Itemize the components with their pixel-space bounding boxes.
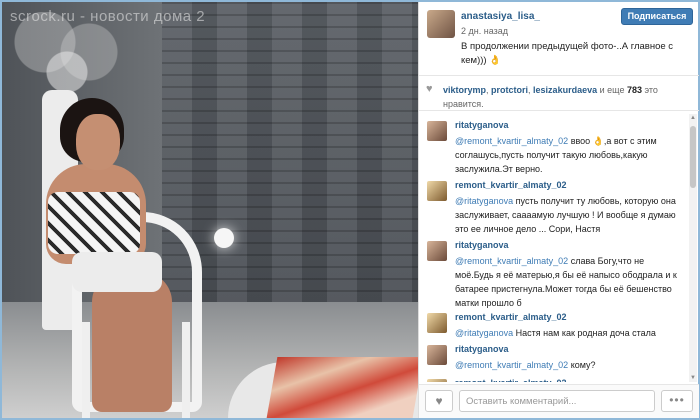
like-user-link[interactable]: viktorymp [443, 85, 486, 95]
photo-chair-leg [182, 322, 190, 418]
watermark: scrock.ru - новости дома 2 [10, 8, 206, 25]
comment-username[interactable]: remont_kvartir_almaty_02 [455, 378, 567, 382]
comment-footer: ♥ ••• [419, 384, 699, 418]
photo-person-top [48, 192, 140, 254]
likes-joiner: и еще [599, 85, 625, 95]
comment-mention[interactable]: @remont_kvartir_almaty_02 [455, 136, 568, 146]
comment-username[interactable]: remont_kvartir_almaty_02 [455, 312, 567, 322]
more-options-button[interactable]: ••• [661, 390, 693, 412]
like-user-link[interactable]: lesizakurdaeva [533, 85, 597, 95]
post-caption: В продолжении предыдущей фото-..А главно… [461, 41, 674, 66]
comment-username[interactable]: ritatyganova [455, 120, 509, 130]
avatar[interactable] [427, 10, 455, 38]
comment-avatar[interactable] [427, 121, 447, 141]
comment-text: @remont_kvartir_almaty_02 кому? [455, 358, 683, 372]
comment-input[interactable] [459, 390, 655, 412]
comment-text: @ritatyganova Настя нам как родная доча … [455, 326, 683, 340]
comment-avatar[interactable] [427, 241, 447, 261]
heart-icon: ♥ [426, 83, 433, 95]
comment-body: кому? [568, 360, 596, 370]
likes-section: ♥ viktorymp, protctori, lesizakurdaeva и… [419, 77, 699, 111]
comments-list[interactable]: ritatyganova @remont_kvartir_almaty_02 в… [419, 114, 687, 382]
post-username[interactable]: anastasiya_lisa_ [461, 11, 540, 22]
comment-mention[interactable]: @remont_kvartir_almaty_02 [455, 256, 568, 266]
post-time[interactable]: 2 дн. назад [461, 26, 508, 36]
comment-mention[interactable]: @ritatyganova [455, 196, 513, 206]
post-panel: anastasiya_lisa_ 2 дн. назад Подписаться… [418, 2, 699, 418]
heart-icon: ♥ [435, 394, 443, 408]
comment-avatar[interactable] [427, 345, 447, 365]
scroll-up-arrow-icon[interactable]: ▲ [689, 114, 697, 122]
comment-mention[interactable]: @ritatyganova [455, 328, 513, 338]
comment-text: @remont_kvartir_almaty_02 ввоо 👌,а вот с… [455, 134, 683, 176]
comment-avatar[interactable] [427, 181, 447, 201]
scroll-down-arrow-icon[interactable]: ▼ [689, 374, 697, 382]
more-icon: ••• [669, 393, 685, 407]
comment-mention[interactable]: @remont_kvartir_almaty_02 [455, 360, 568, 370]
comment-text: @remont_kvartir_almaty_02 слава Богу,что… [455, 254, 683, 310]
scroll-thumb[interactable] [690, 126, 696, 188]
like-button[interactable]: ♥ [425, 390, 453, 412]
photo-lamp [214, 228, 234, 248]
comments-scrollbar[interactable]: ▲ ▼ [689, 114, 697, 382]
comment-text: @ritatyganova пусть получит ту любовь, к… [455, 194, 683, 236]
comment-body: Настя нам как родная доча стала [513, 328, 656, 338]
photo-person-legs [92, 272, 172, 412]
photo-stone-wall [162, 2, 418, 302]
photo-chair-leg [82, 322, 90, 418]
comment-username[interactable]: remont_kvartir_almaty_02 [455, 180, 567, 190]
likes-text: viktorymp, protctori, lesizakurdaeva и е… [443, 85, 658, 109]
photo-magazines [266, 357, 418, 418]
comment-username[interactable]: ritatyganova [455, 344, 509, 354]
comment-avatar[interactable] [427, 313, 447, 333]
photo-person-skirt [72, 252, 162, 292]
follow-button[interactable]: Подписаться [621, 8, 693, 25]
like-user-link[interactable]: protctori [491, 85, 528, 95]
post-photo[interactable]: scrock.ru - новости дома 2 [2, 2, 418, 418]
comment-avatar[interactable] [427, 379, 447, 382]
post-header: anastasiya_lisa_ 2 дн. назад Подписаться… [419, 2, 699, 76]
likes-count[interactable]: 783 [627, 85, 642, 95]
comment-username[interactable]: ritatyganova [455, 240, 509, 250]
photo-person-face [76, 114, 120, 170]
